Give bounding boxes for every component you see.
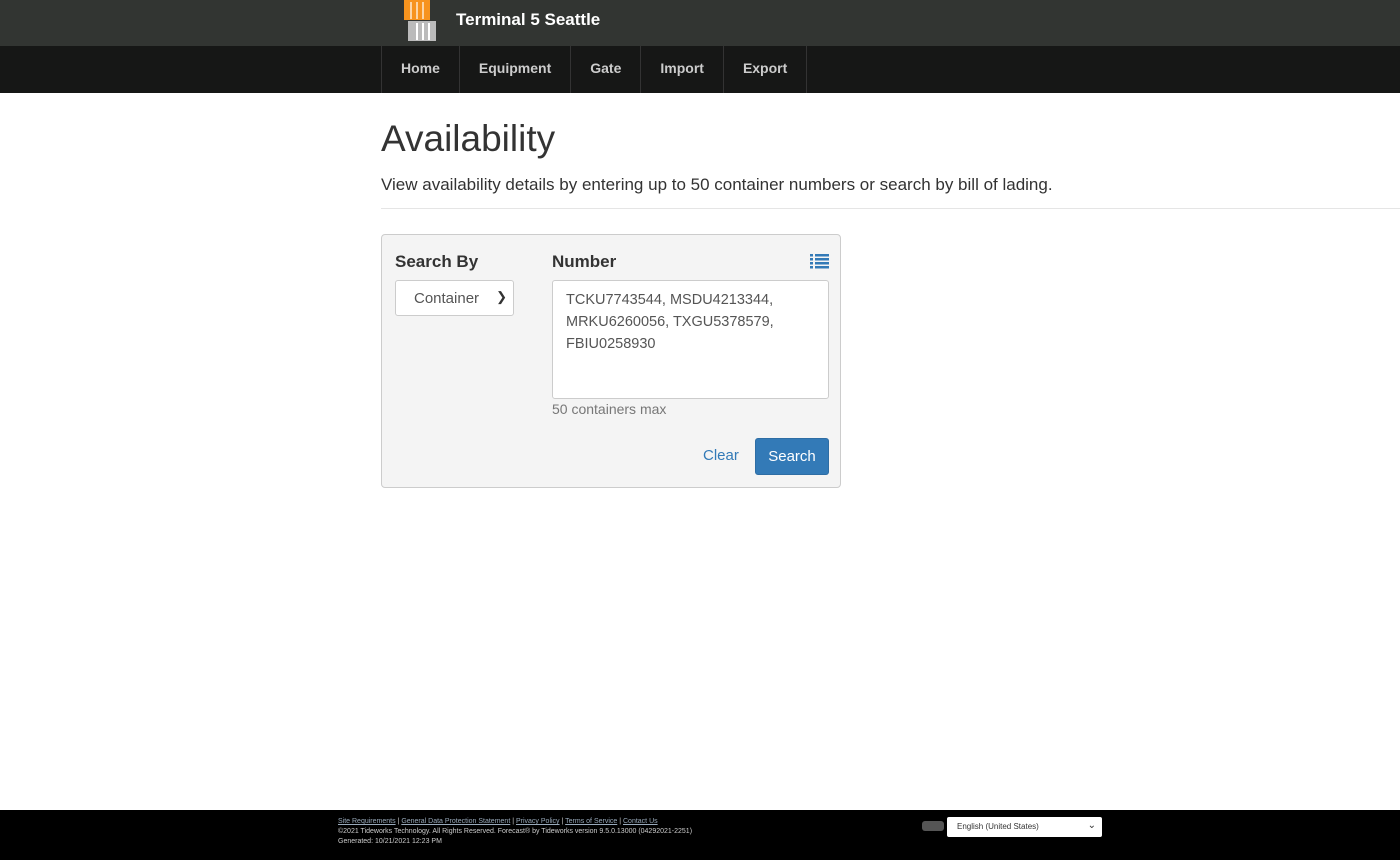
world-map-icon xyxy=(922,821,944,831)
search-button[interactable]: Search xyxy=(755,438,829,475)
language-select[interactable]: English (United States) ⌄ xyxy=(947,817,1102,837)
help-text: 50 containers max xyxy=(552,401,667,417)
link-contact[interactable]: Contact Us xyxy=(623,818,658,825)
copyright: ©2021 Tideworks Technology. All Rights R… xyxy=(338,828,693,835)
nav-equipment[interactable]: Equipment xyxy=(460,46,572,93)
nav-home[interactable]: Home xyxy=(382,46,460,93)
search-by-value: Container xyxy=(414,290,480,307)
search-by-label: Search By xyxy=(395,252,479,271)
terminal-logo-icon xyxy=(404,0,436,41)
number-label: Number xyxy=(552,252,617,271)
nav-gate[interactable]: Gate xyxy=(571,46,642,93)
chevron-down-icon: ⌄ xyxy=(1087,820,1096,831)
chevron-down-icon: ❯ xyxy=(496,289,507,304)
page-description: View availability details by entering up… xyxy=(381,175,1053,194)
divider xyxy=(381,208,1400,209)
link-gdpr[interactable]: General Data Protection Statement xyxy=(401,818,510,825)
link-privacy[interactable]: Privacy Policy xyxy=(516,818,560,825)
footer: Site Requirements | General Data Protect… xyxy=(0,810,1400,860)
link-terms[interactable]: Terms of Service xyxy=(565,818,617,825)
search-panel: Search By Container ❯ Number TCKU7743544,… xyxy=(381,234,841,488)
search-by-select[interactable]: Container ❯ xyxy=(395,280,514,316)
container-numbers-textarea[interactable]: TCKU7743544, MSDU4213344, MRKU6260056, T… xyxy=(552,280,829,399)
link-site-requirements[interactable]: Site Requirements xyxy=(338,818,396,825)
generated-time: Generated: 10/21/2021 12:23 PM xyxy=(338,838,442,845)
main-nav: Home Equipment Gate Import Export xyxy=(0,46,1400,93)
nav-export[interactable]: Export xyxy=(724,46,808,93)
page-title: Availability xyxy=(381,118,556,159)
header-bar: Terminal 5 Seattle xyxy=(0,0,1400,46)
site-title[interactable]: Terminal 5 Seattle xyxy=(456,10,600,30)
language-value: English (United States) xyxy=(957,822,1039,831)
nav-import[interactable]: Import xyxy=(641,46,724,93)
clear-button[interactable]: Clear xyxy=(703,447,739,464)
list-icon[interactable] xyxy=(810,253,829,269)
